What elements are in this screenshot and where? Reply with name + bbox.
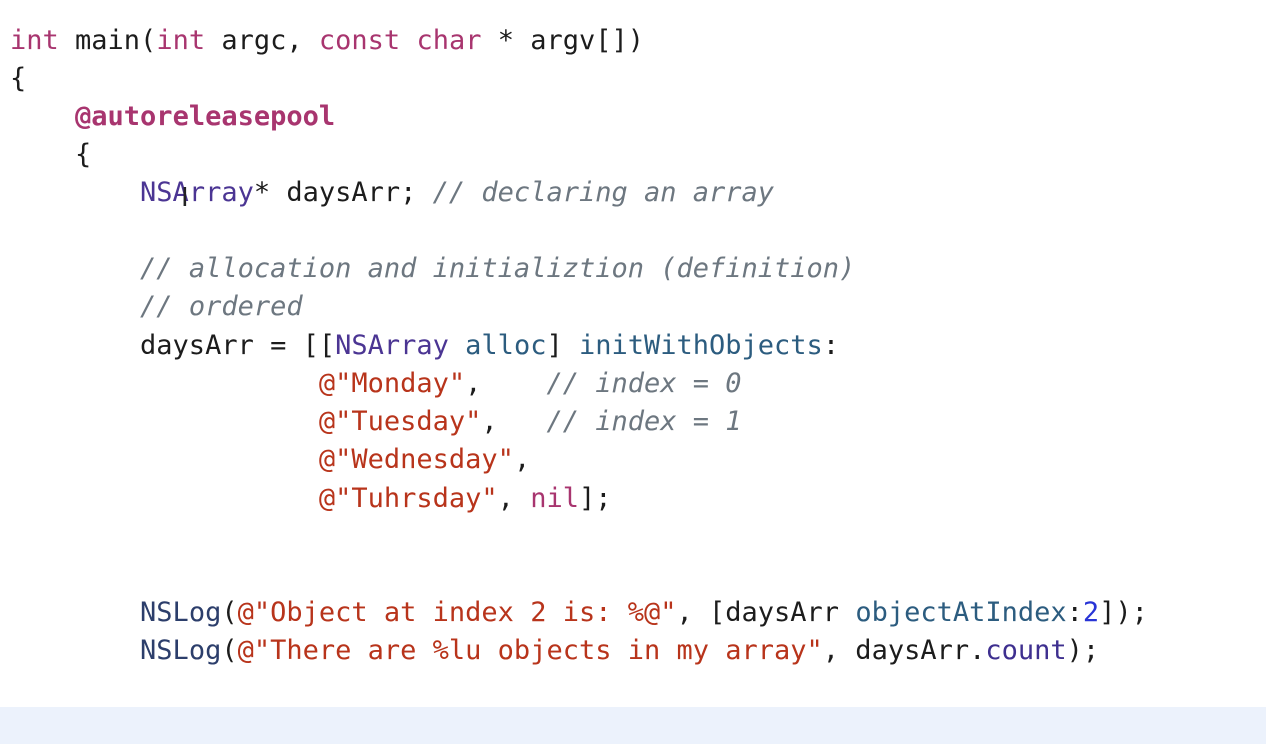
- code-token: );: [1066, 635, 1100, 666]
- code-token: char: [416, 25, 482, 56]
- code-token: {: [10, 63, 27, 94]
- code-token: initWithObjects: [578, 330, 823, 361]
- code-token: int: [10, 25, 59, 56]
- code-line[interactable]: NSArray* daysArr; // declaring an array: [10, 174, 774, 212]
- code-line[interactable]: NSLog(@"There are %lu objects in my arra…: [10, 632, 1099, 670]
- code-token: NSLog: [140, 635, 222, 666]
- code-token: objectAtIndex: [855, 597, 1067, 628]
- code-token: @"Tuhrsday": [318, 483, 498, 514]
- code-line[interactable]: {: [10, 136, 91, 174]
- code-token: * argv[]): [481, 25, 645, 56]
- code-token: alloc: [465, 330, 547, 361]
- code-token: count: [985, 635, 1067, 666]
- code-line[interactable]: @"Monday", // index = 0: [10, 365, 742, 403]
- code-token: (: [221, 597, 238, 628]
- code-editor[interactable]: int main(int argc, const char * argv[]){…: [0, 0, 1266, 744]
- code-token: NSLog: [140, 597, 222, 628]
- code-token: const: [318, 25, 401, 56]
- code-token: ];: [578, 483, 612, 514]
- code-line[interactable]: int main(int argc, const char * argv[]): [10, 22, 644, 60]
- code-token: ,: [465, 368, 547, 399]
- code-token: int: [156, 25, 206, 56]
- code-line[interactable]: @autoreleasepool: [10, 98, 335, 136]
- code-token: main(: [58, 25, 157, 56]
- code-token: daysArr = [[: [10, 330, 336, 361]
- code-line[interactable]: @"Tuhrsday", nil];: [10, 480, 612, 518]
- code-token: , [daysArr: [676, 597, 856, 628]
- code-token: , daysArr.: [822, 635, 986, 666]
- code-token: NSArray: [335, 330, 449, 361]
- code-token: (: [221, 635, 238, 666]
- code-token: 2: [1082, 597, 1100, 628]
- code-line[interactable]: // ordered: [10, 288, 303, 326]
- code-token: @"Monday": [318, 368, 466, 399]
- code-token: argc,: [205, 25, 319, 56]
- code-token: @autoreleasepool: [75, 101, 336, 132]
- code-token: // index = 1: [546, 406, 742, 437]
- code-token: @"There are %lu objects in my array": [237, 635, 823, 666]
- code-token: // index = 0: [546, 368, 742, 399]
- code-line[interactable]: daysArr = [[NSArray alloc] initWithObjec…: [10, 327, 839, 365]
- code-token: ,: [481, 406, 547, 437]
- code-line[interactable]: {: [10, 60, 26, 98]
- code-line[interactable]: @"Tuesday", // index = 1: [10, 403, 742, 441]
- code-line[interactable]: NSLog(@"Object at index 2 is: %@", [days…: [10, 594, 1148, 632]
- code-token: // declaring an array: [432, 177, 775, 208]
- current-line-highlight: [0, 707, 1266, 744]
- code-line[interactable]: @"Wednesday",: [10, 441, 530, 479]
- code-token: :: [1066, 597, 1083, 628]
- code-token: ,: [497, 483, 531, 514]
- code-token: @"Wednesday": [318, 444, 514, 475]
- code-token: // ordered: [140, 291, 303, 322]
- code-token: @"Tuesday": [318, 406, 482, 437]
- code-token: ]);: [1099, 597, 1148, 628]
- code-token: ,: [513, 444, 531, 475]
- code-token: // allocation and initializtion (definit…: [140, 253, 856, 284]
- code-token: :: [822, 330, 840, 361]
- code-token: @"Object at index 2 is: %@": [237, 597, 677, 628]
- code-token: nil: [530, 483, 579, 514]
- code-line[interactable]: // allocation and initializtion (definit…: [10, 250, 855, 288]
- code-token: NSArray: [140, 177, 254, 208]
- code-token: {: [10, 139, 92, 170]
- code-token: * daysArr;: [253, 177, 433, 208]
- code-token: ]: [546, 330, 579, 361]
